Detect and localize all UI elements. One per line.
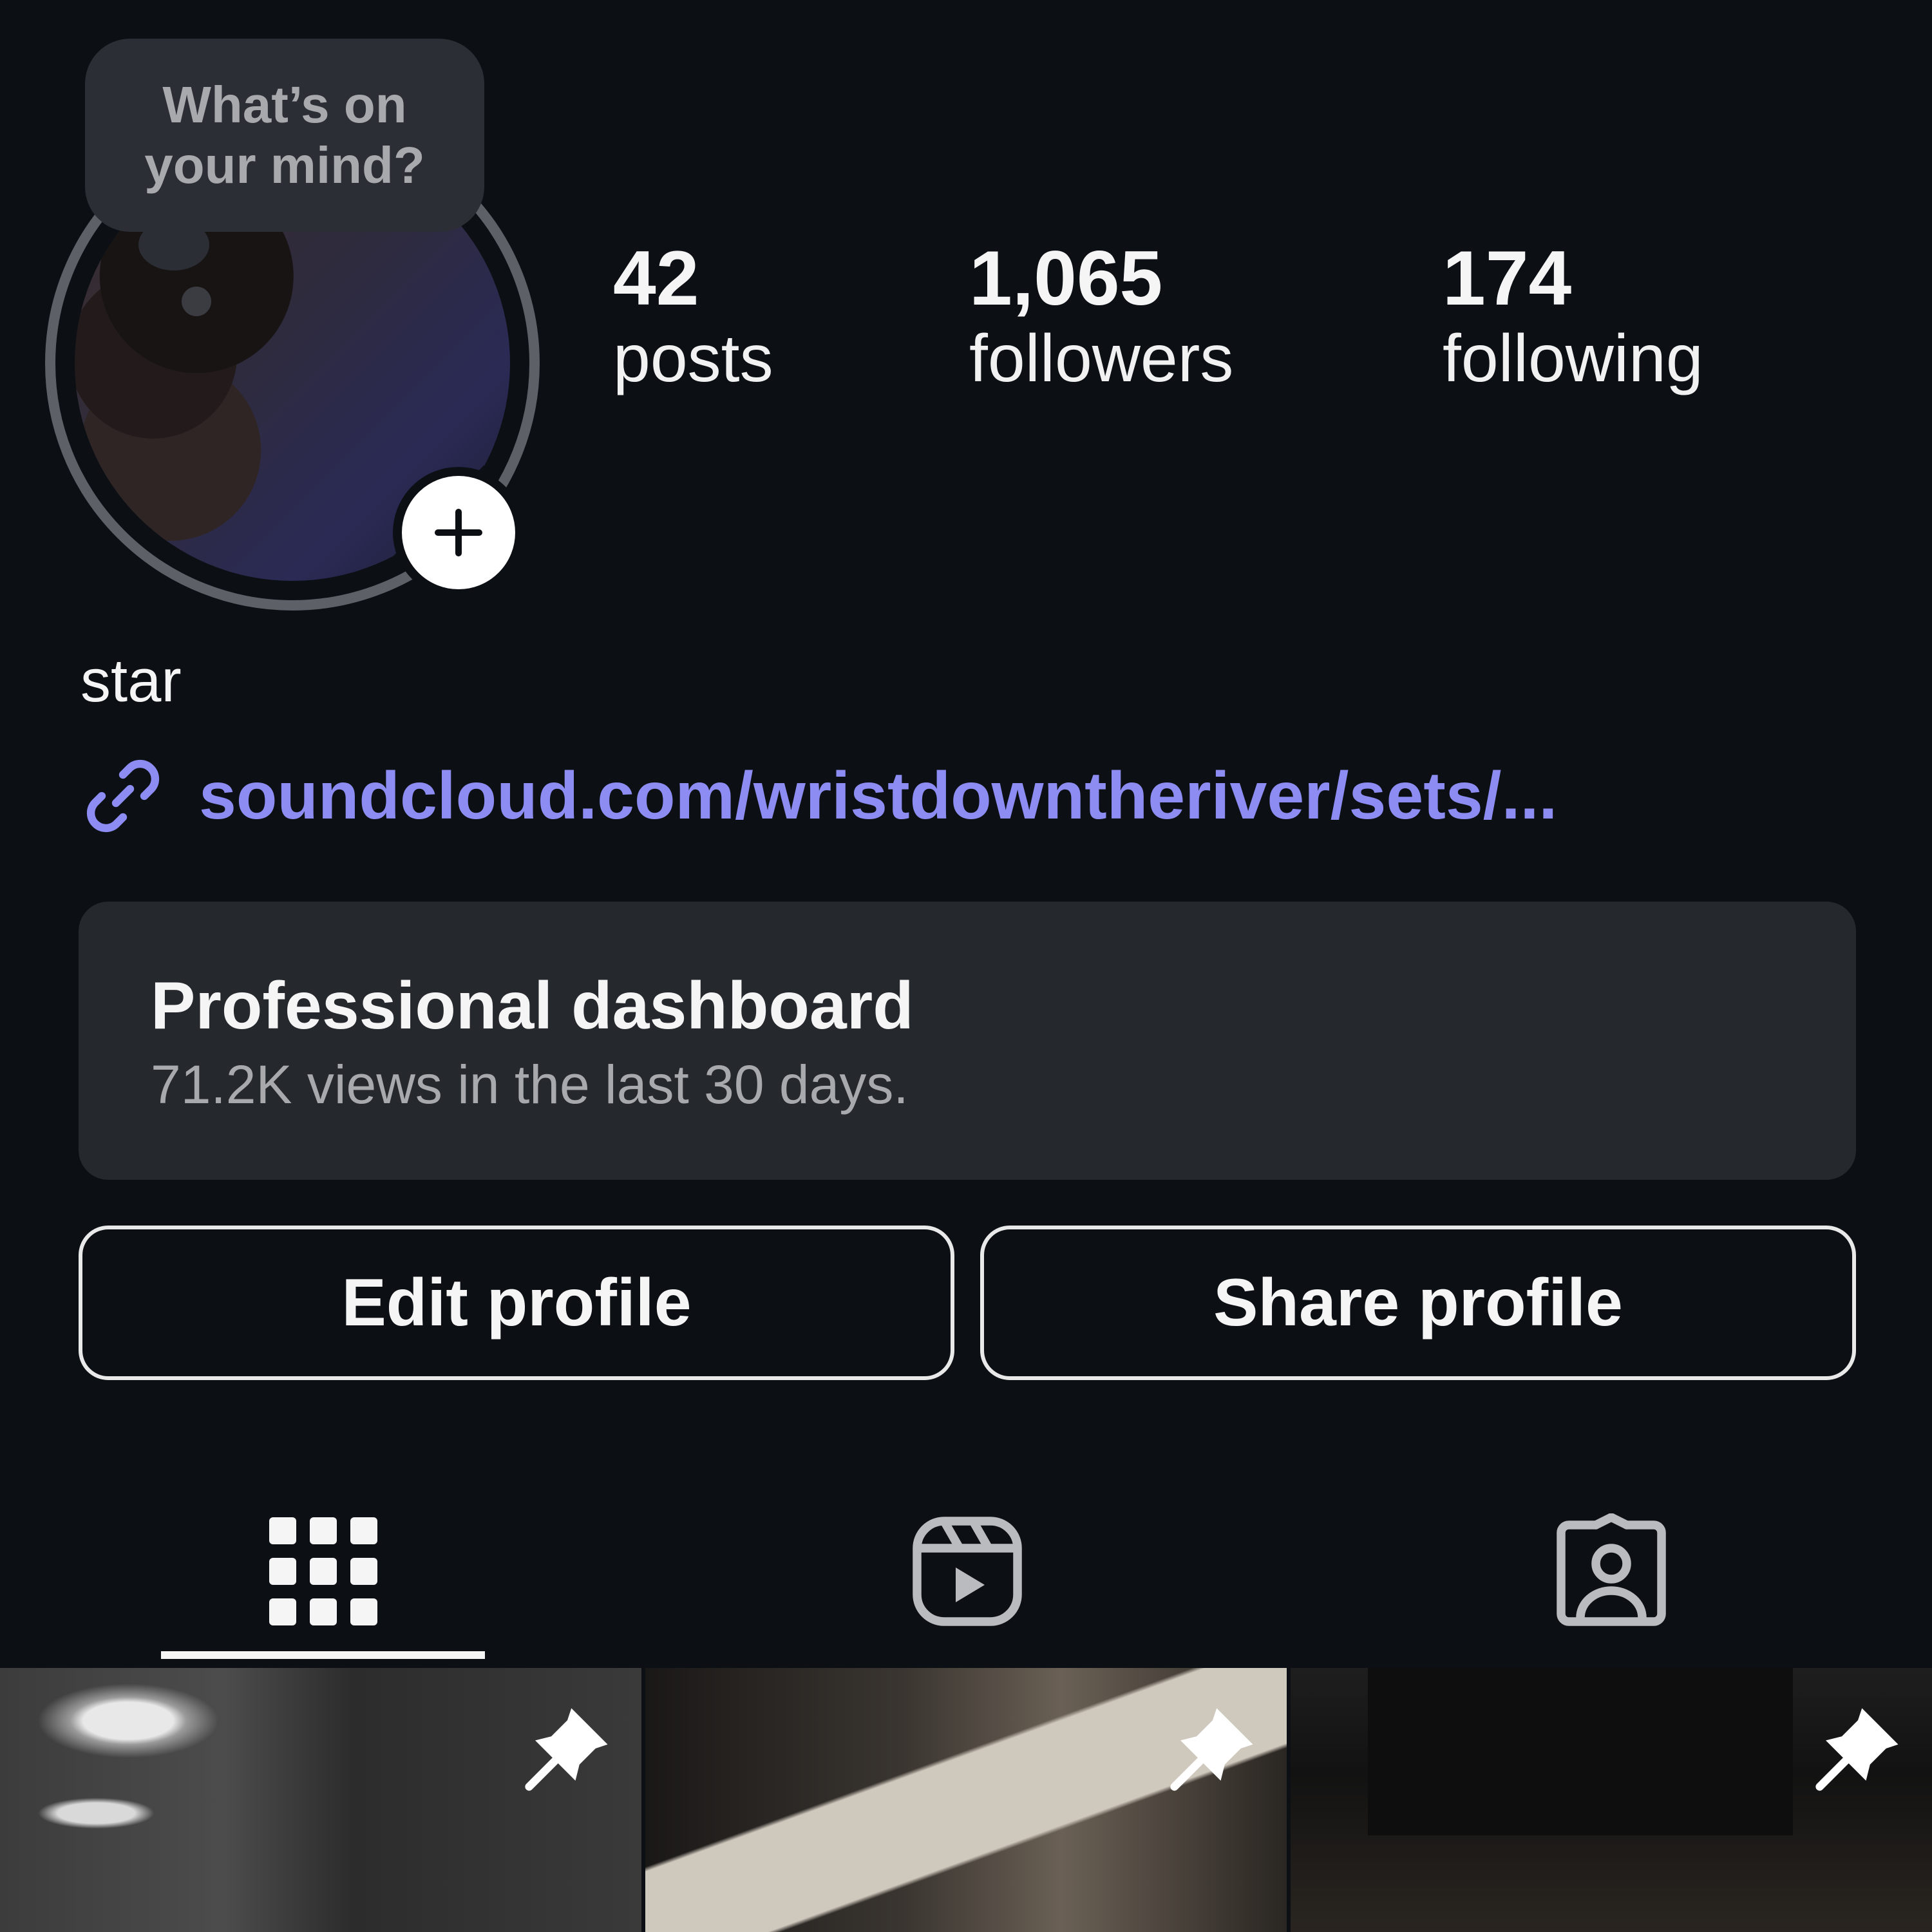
note-prompt-line: What’s on — [162, 76, 407, 133]
profile-link[interactable]: soundcloud.com/wristdowntheriver/sets/..… — [80, 753, 1557, 838]
professional-dashboard-card[interactable]: Professional dashboard 71.2K views in th… — [79, 902, 1856, 1180]
selected-tab-indicator — [161, 1651, 485, 1659]
post-thumbnail[interactable] — [645, 1668, 1287, 1932]
profile-link-text: soundcloud.com/wristdowntheriver/sets/..… — [199, 759, 1558, 833]
profile-name: star — [80, 647, 182, 714]
posts-label: posts — [613, 321, 773, 396]
note-bubble-tail — [182, 287, 211, 316]
pin-icon — [1815, 1708, 1899, 1791]
posts-stat[interactable]: 42 posts — [613, 240, 773, 401]
dashboard-title: Professional dashboard — [151, 969, 914, 1043]
dashboard-subtitle: 71.2K views in the last 30 days. — [151, 1054, 909, 1115]
following-label: following — [1443, 321, 1703, 396]
edit-profile-button[interactable]: Edit profile — [79, 1226, 954, 1380]
following-count: 174 — [1443, 235, 1572, 321]
tab-posts-grid[interactable] — [161, 1481, 485, 1662]
post-thumbnail[interactable] — [1291, 1668, 1932, 1932]
link-icon — [86, 759, 160, 833]
note-bubble[interactable]: What’s on your mind? — [85, 39, 484, 232]
note-prompt-line: your mind? — [144, 137, 425, 194]
followers-stat[interactable]: 1,065 followers — [969, 240, 1233, 401]
tab-tagged[interactable] — [1449, 1481, 1773, 1662]
share-profile-button[interactable]: Share profile — [980, 1226, 1856, 1380]
tagged-icon — [1556, 1513, 1666, 1626]
followers-count: 1,065 — [969, 235, 1163, 321]
reels-icon — [912, 1517, 1022, 1626]
add-story-button[interactable] — [393, 467, 524, 598]
plus-icon — [435, 509, 482, 556]
post-thumbnail[interactable] — [0, 1668, 641, 1932]
tab-reels[interactable] — [805, 1481, 1129, 1662]
following-stat[interactable]: 174 following — [1443, 240, 1703, 401]
grid-icon — [269, 1517, 377, 1625]
posts-count: 42 — [613, 235, 699, 321]
pin-icon — [1170, 1708, 1253, 1791]
pin-icon — [525, 1708, 608, 1791]
followers-label: followers — [969, 321, 1234, 396]
